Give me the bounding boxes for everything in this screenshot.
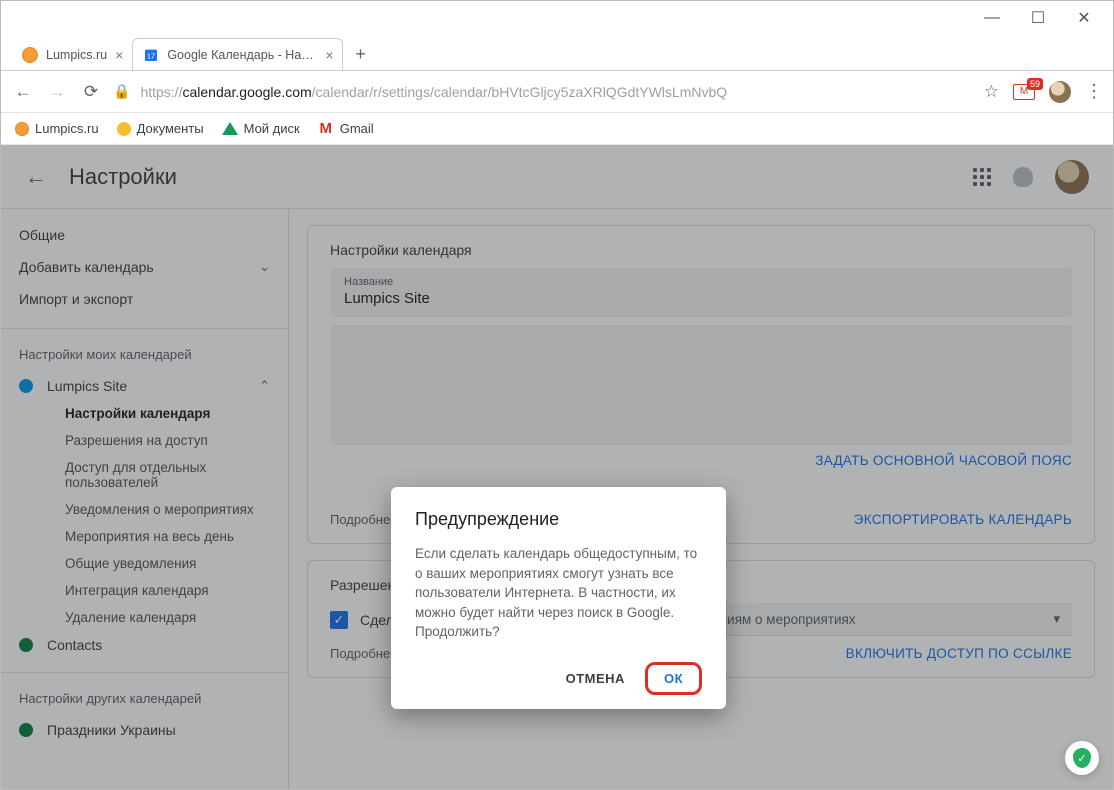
bookmark-label: Документы (137, 121, 204, 136)
new-tab-button[interactable]: + (347, 40, 375, 68)
warning-dialog: Предупреждение Если сделать календарь об… (391, 487, 726, 709)
tab-close-button[interactable]: × (325, 47, 333, 63)
dialog-cancel-button[interactable]: ОТМЕНА (552, 663, 639, 694)
favicon-calendar-icon: 17 (143, 47, 159, 63)
dialog-body: Если сделать календарь общедоступным, то… (415, 544, 702, 642)
browser-tabstrip: Lumpics.ru × 17 Google Календарь - Настр… (1, 35, 1113, 71)
profile-avatar-small[interactable] (1049, 81, 1071, 103)
lock-icon[interactable]: 🔒 (113, 83, 130, 100)
bookmark-lumpics[interactable]: Lumpics.ru (15, 121, 99, 136)
nav-forward-button[interactable]: → (45, 82, 69, 102)
tab-close-button[interactable]: × (115, 47, 123, 63)
bookmark-label: Gmail (340, 121, 374, 136)
browser-menu-button[interactable]: ⋮ (1085, 81, 1103, 102)
shield-icon: ✓ (1073, 748, 1091, 768)
gmail-unread-badge: 59 (1027, 78, 1043, 90)
window-minimize-button[interactable]: — (981, 9, 1003, 27)
bookmark-label: Lumpics.ru (35, 121, 99, 136)
bookmark-drive[interactable]: Мой диск (222, 121, 300, 137)
bookmarks-bar: Lumpics.ru Документы Мой диск M Gmail (1, 113, 1113, 145)
nav-reload-button[interactable]: ⟳ (79, 82, 103, 102)
address-bar: ← → ⟳ 🔒 https://calendar.google.com/cale… (1, 71, 1113, 113)
window-controls: — ☐ ✕ (1, 1, 1113, 35)
nav-back-button[interactable]: ← (11, 82, 35, 102)
window-maximize-button[interactable]: ☐ (1027, 8, 1049, 28)
svg-text:17: 17 (147, 51, 155, 60)
url-host: calendar.google.com (182, 84, 311, 100)
bookmark-documents[interactable]: Документы (117, 121, 204, 136)
dialog-ok-button[interactable]: ОК (645, 662, 702, 695)
dialog-title: Предупреждение (415, 509, 702, 530)
orange-dot-icon (15, 122, 29, 136)
tab-title: Google Календарь - Настройки (167, 48, 317, 62)
url-text[interactable]: https://calendar.google.com/calendar/r/s… (140, 84, 727, 100)
gmail-extension-icon[interactable]: M 59 (1013, 84, 1035, 100)
window-close-button[interactable]: ✕ (1073, 8, 1095, 28)
url-path: /calendar/r/settings/calendar/bHVtcGljcy… (312, 84, 727, 100)
yellow-dot-icon (117, 122, 131, 136)
url-scheme: https:// (140, 84, 182, 100)
tab-title: Lumpics.ru (46, 48, 107, 62)
browser-tab-lumpics[interactable]: Lumpics.ru × (11, 38, 132, 70)
bookmark-star-icon[interactable]: ☆ (984, 82, 999, 102)
bookmark-label: Мой диск (244, 121, 300, 136)
browser-tab-calendar[interactable]: 17 Google Календарь - Настройки × (132, 38, 342, 70)
bookmark-gmail[interactable]: M Gmail (318, 121, 374, 137)
drive-icon (222, 121, 238, 137)
security-extension-icon[interactable]: ✓ (1065, 741, 1099, 775)
gmail-icon: M (318, 121, 334, 137)
favicon-orange-icon (22, 47, 38, 63)
